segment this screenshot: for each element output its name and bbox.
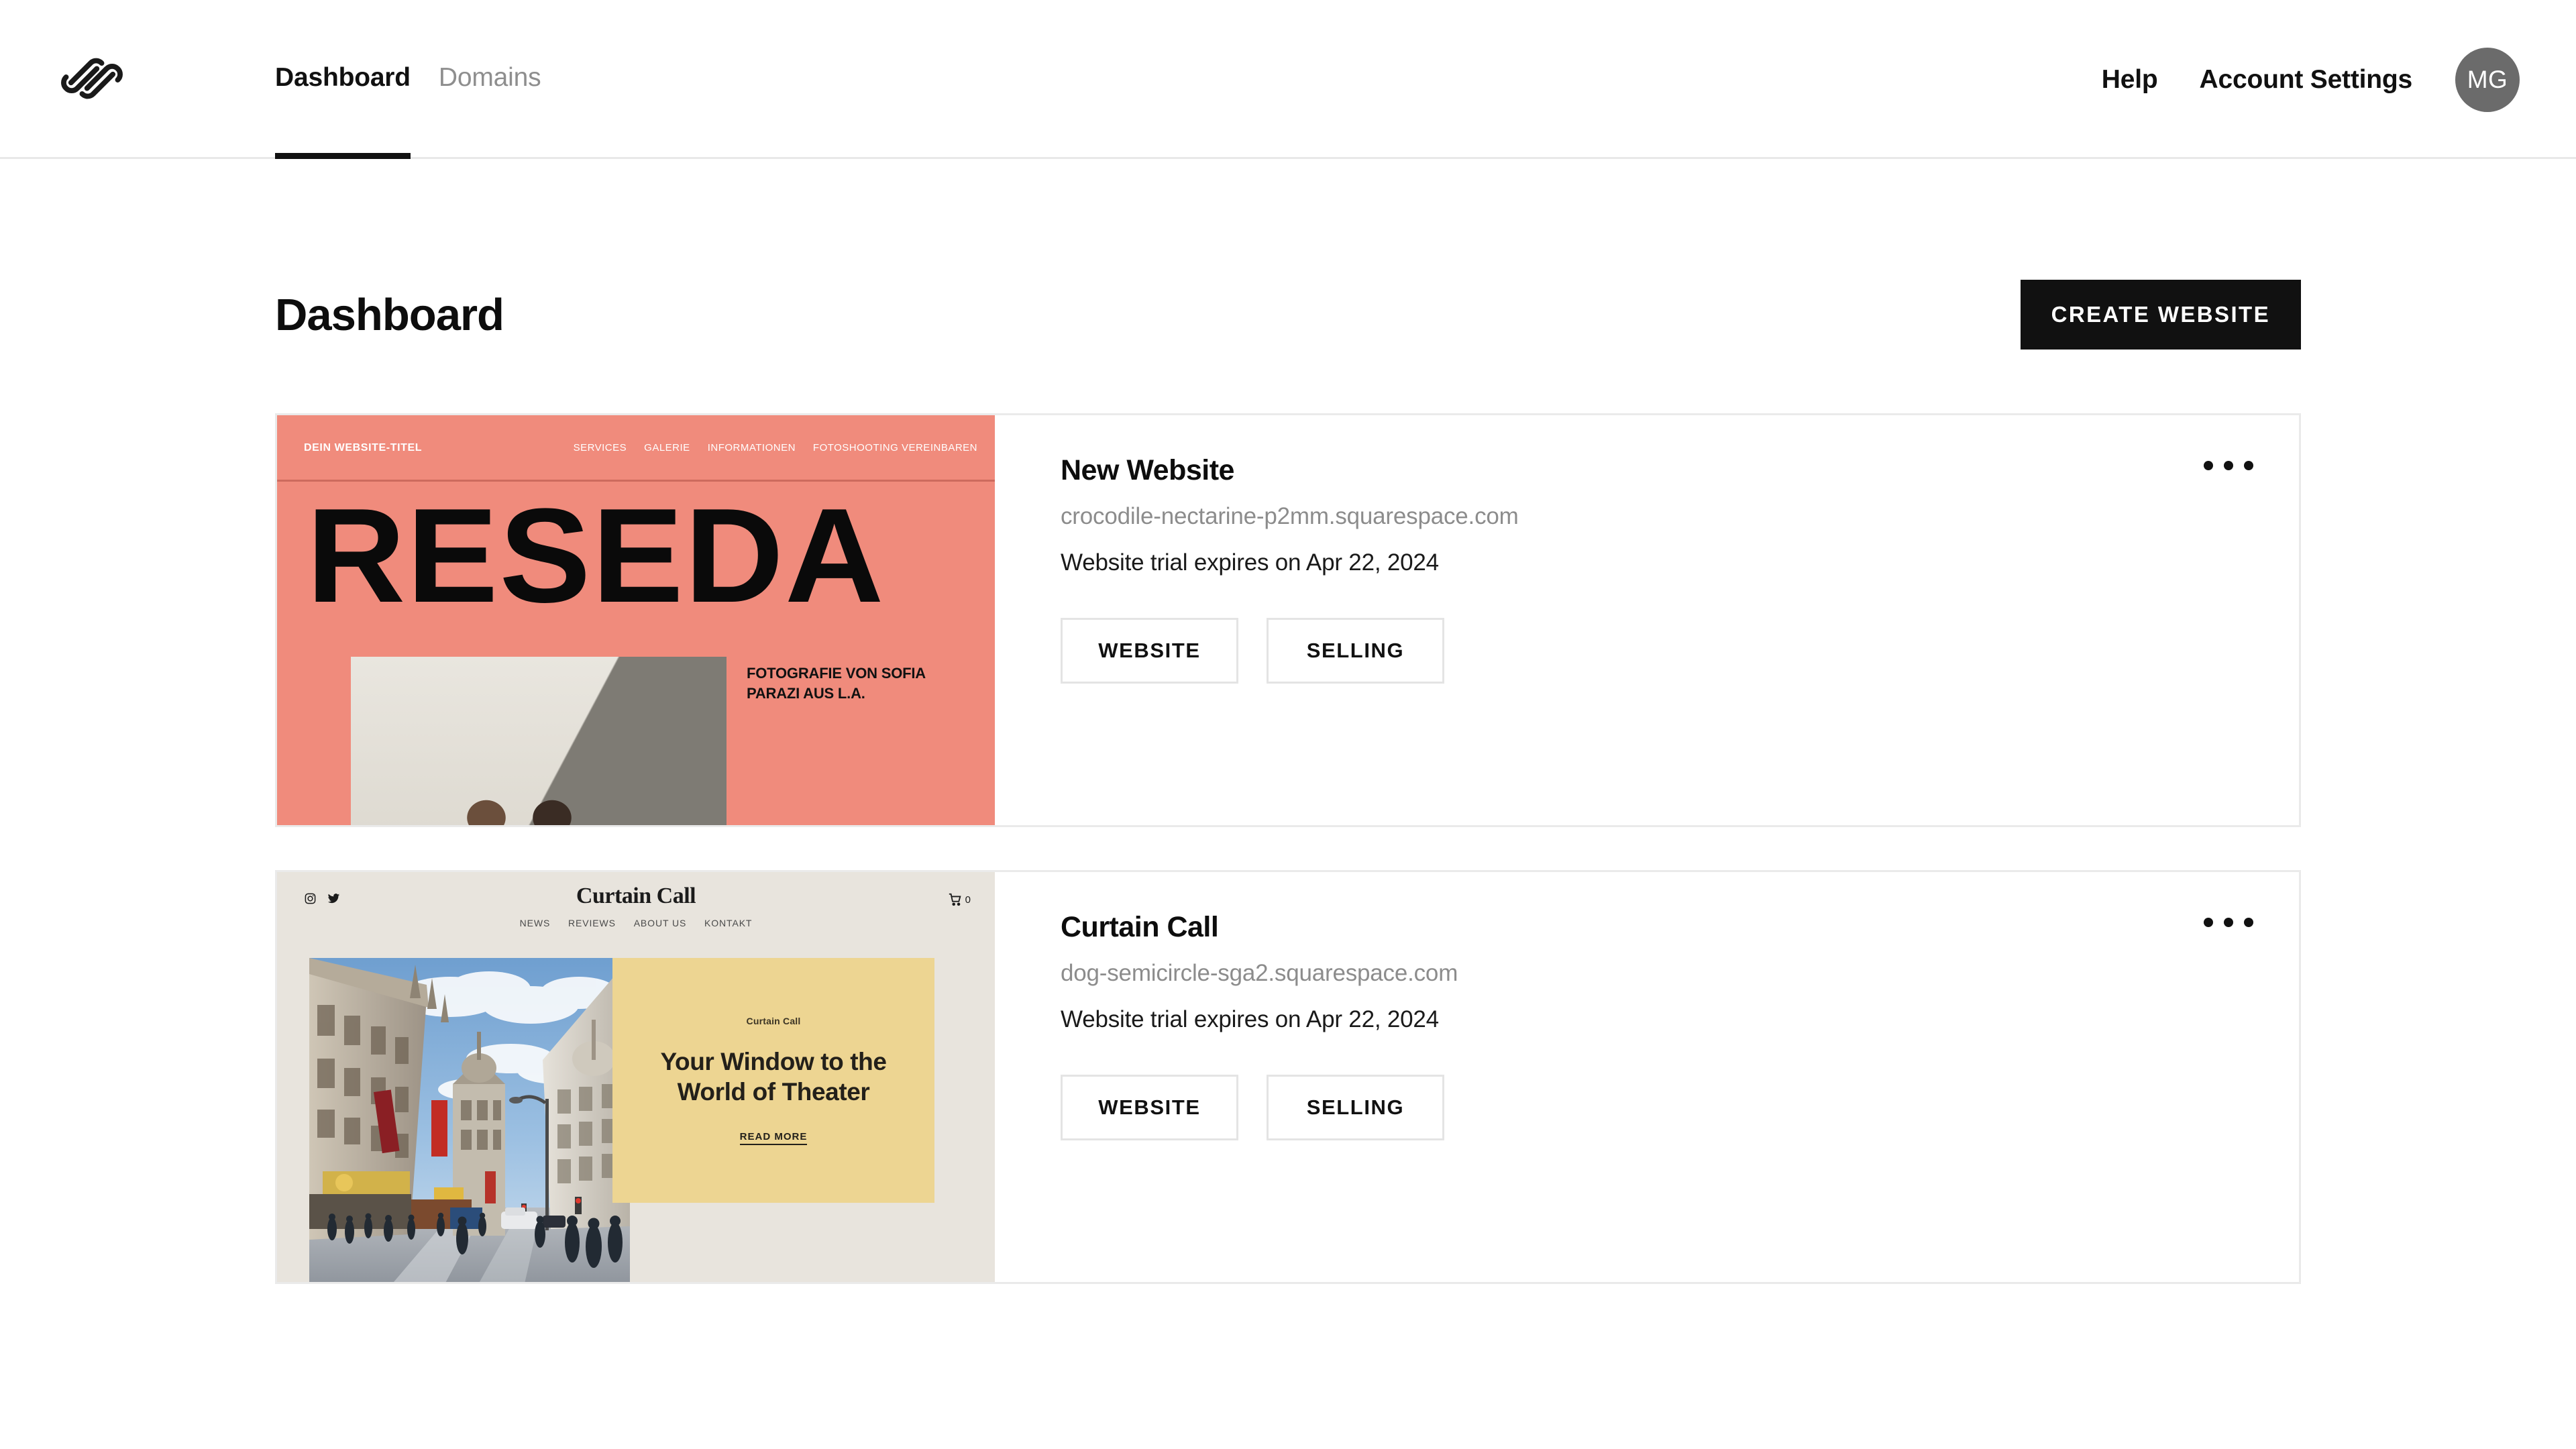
tab-dashboard-label: Dashboard <box>275 62 411 92</box>
preview-nav-item: SERVICES <box>573 442 627 453</box>
site-preview-thumbnail[interactable]: DEIN WEBSITE-TITEL SERVICES GALERIE INFO… <box>277 415 995 825</box>
preview-read-more-link: READ MORE <box>739 1131 808 1146</box>
preview-photo <box>351 657 727 825</box>
help-link[interactable]: Help <box>2102 65 2158 95</box>
preview-nav-item: REVIEWS <box>568 918 616 928</box>
preview-cart: 0 <box>948 892 971 907</box>
account-settings-link[interactable]: Account Settings <box>2200 65 2413 95</box>
tab-domains[interactable]: Domains <box>439 0 541 159</box>
preview-site-title: DEIN WEBSITE-TITEL <box>304 442 423 453</box>
top-navigation-bar: Dashboard Domains Help Account Settings … <box>0 0 2576 159</box>
preview-headline: Your Window to the World of Theater <box>660 1047 887 1106</box>
more-options-icon[interactable] <box>2200 908 2257 936</box>
preview-nav: SERVICES GALERIE INFORMATIONEN FOTOSHOOT… <box>574 442 977 453</box>
preview-brand: Curtain Call <box>576 883 696 908</box>
avatar-initials: MG <box>2467 65 2508 93</box>
preview-nav: NEWS REVIEWS ABOUT US KONTAKT <box>277 918 995 928</box>
preview-caption: FOTOGRAFIE VON SOFIA PARAZI AUS L.A. <box>747 665 926 702</box>
primary-nav: Dashboard Domains <box>275 0 541 159</box>
preview-nav-item: NEWS <box>519 918 551 928</box>
site-preview-thumbnail[interactable]: Curtain Call NEWS REVIEWS ABOUT US KONTA… <box>277 872 995 1282</box>
preview-headline: RESEDA <box>307 481 885 631</box>
site-info: New Website crocodile-nectarine-p2mm.squ… <box>995 415 2299 825</box>
cart-count: 0 <box>965 894 971 906</box>
tab-dashboard[interactable]: Dashboard <box>275 0 411 159</box>
create-website-button[interactable]: CREATE WEBSITE <box>2020 280 2301 350</box>
dot <box>2244 461 2253 470</box>
site-actions: WEBSITE SELLING <box>1061 1075 2257 1140</box>
site-name: Curtain Call <box>1061 911 1219 943</box>
websites-list: DEIN WEBSITE-TITEL SERVICES GALERIE INFO… <box>275 413 2301 1284</box>
nav-utility-group: Help Account Settings MG <box>2102 0 2520 159</box>
preview-nav-item: ABOUT US <box>633 918 687 928</box>
website-button[interactable]: WEBSITE <box>1061 618 1238 684</box>
more-options-icon[interactable] <box>2200 451 2257 480</box>
site-name: New Website <box>1061 454 1234 486</box>
site-trial-status: Website trial expires on Apr 22, 2024 <box>1061 1006 1439 1032</box>
page-header: Dashboard CREATE WEBSITE <box>275 159 2301 350</box>
preview-street-photo <box>309 958 630 1282</box>
shopping-cart-icon <box>948 892 963 907</box>
site-trial-status: Website trial expires on Apr 22, 2024 <box>1061 549 1439 576</box>
preview-hero-panel: Curtain Call Your Window to the World of… <box>612 958 934 1203</box>
dashboard-page: Dashboard CREATE WEBSITE DEIN WEBSITE-TI… <box>0 159 2576 1284</box>
page-title: Dashboard <box>275 289 504 340</box>
tab-domains-label: Domains <box>438 62 541 92</box>
preview-eyebrow: Curtain Call <box>746 1015 801 1026</box>
dot <box>2224 461 2233 470</box>
preview-nav-item: GALERIE <box>644 442 690 453</box>
site-url[interactable]: dog-semicircle-sga2.squarespace.com <box>1061 960 2257 987</box>
site-actions: WEBSITE SELLING <box>1061 618 2257 684</box>
site-card: Curtain Call NEWS REVIEWS ABOUT US KONTA… <box>275 870 2301 1284</box>
preview-nav-item: FOTOSHOOTING VEREINBAREN <box>812 442 977 453</box>
site-url[interactable]: crocodile-nectarine-p2mm.squarespace.com <box>1061 503 2257 530</box>
preview-nav-item: KONTAKT <box>704 918 753 928</box>
selling-button[interactable]: SELLING <box>1267 1075 1444 1140</box>
squarespace-logo-icon[interactable] <box>55 42 129 115</box>
website-button[interactable]: WEBSITE <box>1061 1075 1238 1140</box>
dot <box>2204 461 2213 470</box>
site-info: Curtain Call dog-semicircle-sga2.squares… <box>995 872 2299 1282</box>
avatar[interactable]: MG <box>2455 47 2520 112</box>
dot <box>2224 918 2233 927</box>
dot <box>2204 918 2213 927</box>
dot <box>2244 918 2253 927</box>
selling-button[interactable]: SELLING <box>1267 618 1444 684</box>
site-card: DEIN WEBSITE-TITEL SERVICES GALERIE INFO… <box>275 413 2301 827</box>
preview-nav-item: INFORMATIONEN <box>707 442 796 453</box>
